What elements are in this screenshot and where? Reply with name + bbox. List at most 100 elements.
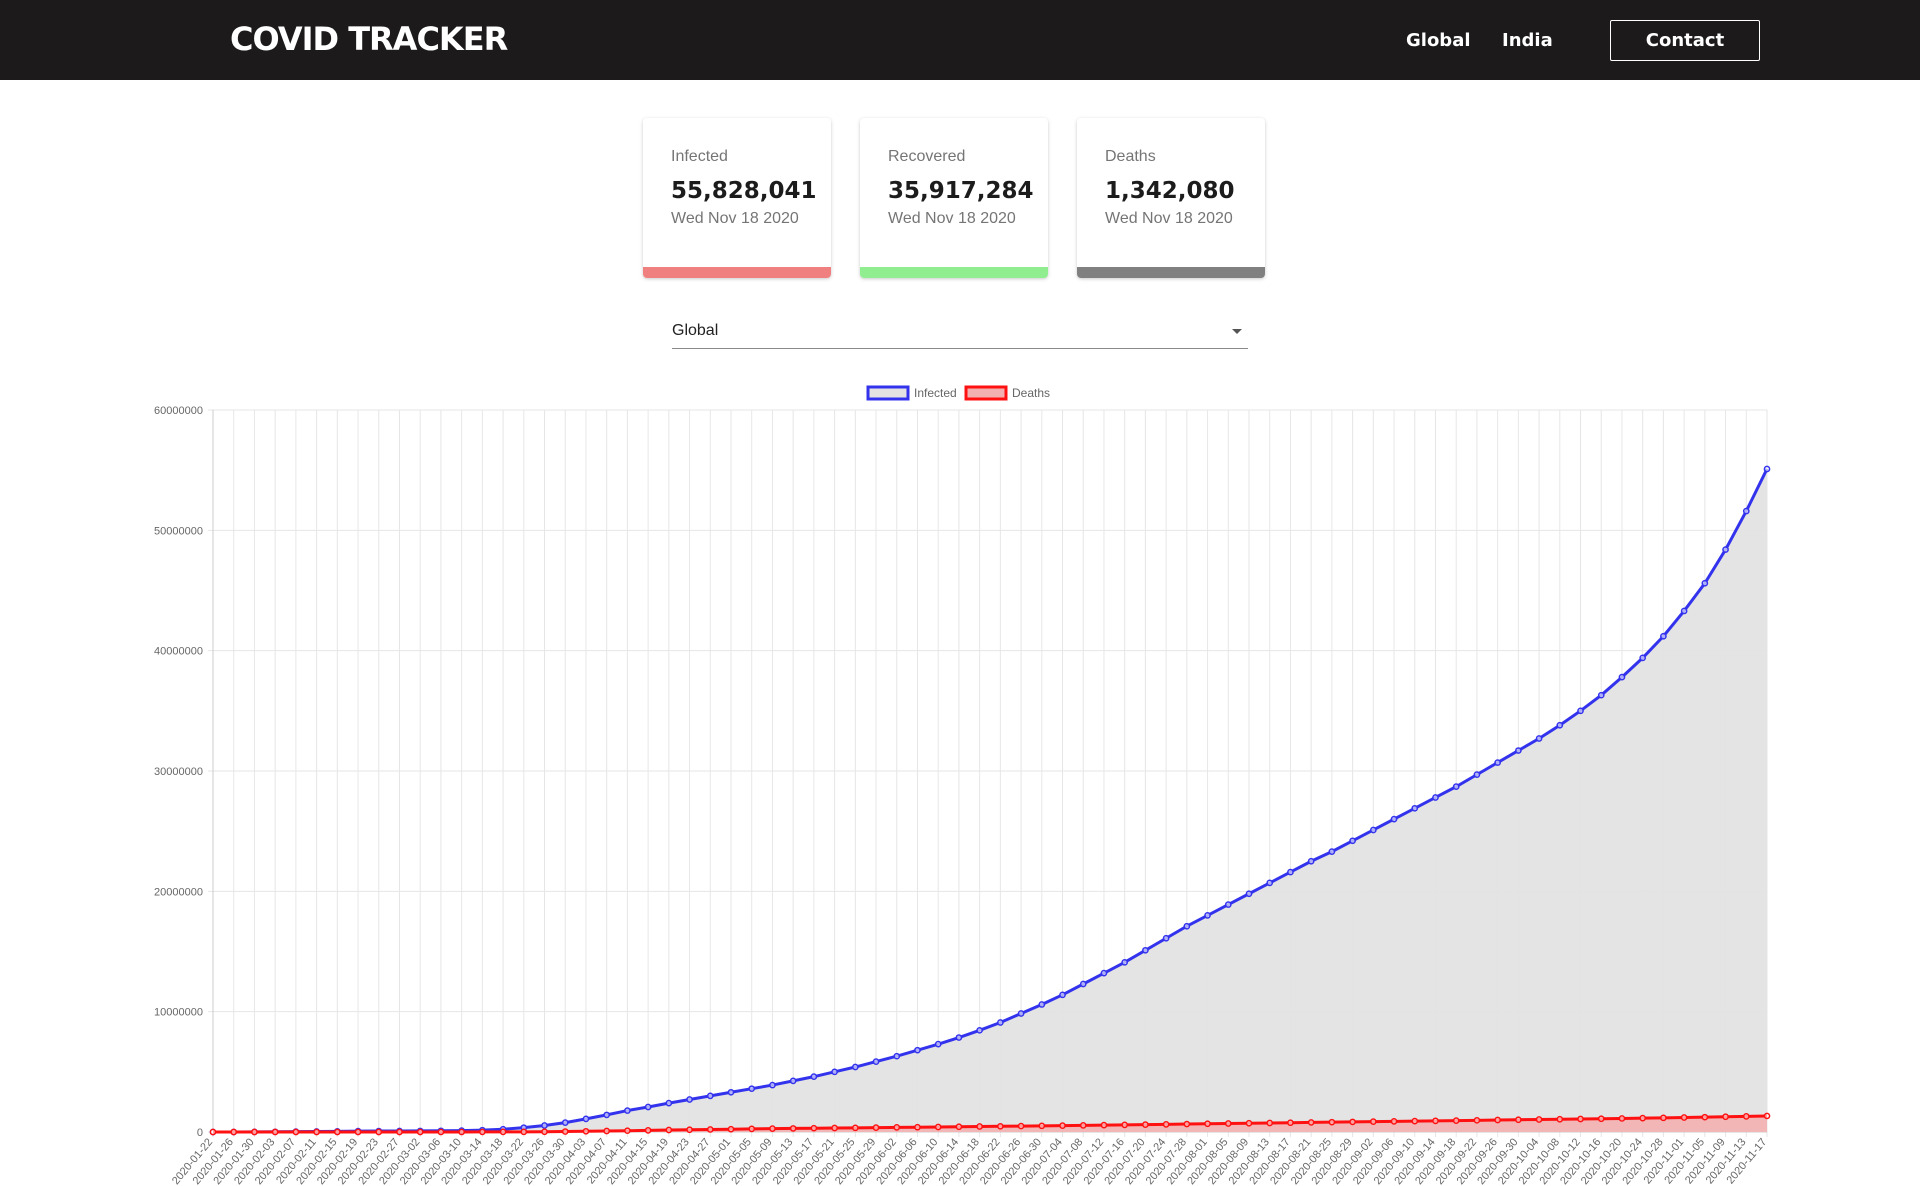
data-point-infected (851, 1063, 859, 1071)
data-point-deaths (1142, 1121, 1149, 1128)
data-point-deaths (893, 1124, 901, 1131)
data-point-infected (1432, 794, 1439, 801)
data-point-infected (1390, 815, 1398, 823)
data-point-infected (831, 1068, 838, 1076)
card-color-bar (1077, 267, 1265, 278)
nav-link-global[interactable]: Global (1406, 30, 1471, 51)
data-point-deaths (499, 1128, 507, 1136)
card-date: Wed Nov 18 2020 (888, 210, 1016, 227)
data-point-deaths (1287, 1119, 1294, 1127)
data-point-deaths (769, 1125, 776, 1132)
data-point-deaths (1079, 1122, 1087, 1129)
data-point-deaths (1494, 1116, 1501, 1124)
data-point-deaths (1535, 1116, 1543, 1123)
card-date: Wed Nov 18 2020 (671, 210, 799, 227)
card-color-bar (643, 267, 831, 278)
legend-label-infected: Infected (914, 386, 957, 400)
recovered-card: Recovered 35,917,284 Wed Nov 18 2020 (860, 118, 1048, 278)
data-point-infected (686, 1096, 693, 1103)
legend-swatch-deaths (964, 385, 1008, 401)
data-point-infected (748, 1085, 756, 1093)
data-point-infected (934, 1040, 942, 1048)
data-point-deaths (1411, 1117, 1419, 1125)
data-point-deaths (686, 1126, 693, 1134)
nav-link-india[interactable]: India (1502, 30, 1553, 51)
data-point-infected (872, 1058, 880, 1065)
data-point-deaths (1204, 1120, 1211, 1128)
country-select[interactable]: Global (672, 314, 1248, 349)
data-point-deaths (1597, 1115, 1605, 1123)
data-point-deaths (1183, 1120, 1191, 1128)
data-point-deaths (1017, 1122, 1025, 1130)
data-point-deaths (1432, 1117, 1439, 1125)
data-point-infected (1577, 707, 1584, 715)
data-point-infected (1017, 1010, 1025, 1017)
data-point-deaths (624, 1127, 631, 1135)
data-point-deaths (520, 1128, 528, 1136)
data-point-deaths (1307, 1119, 1315, 1126)
data-point-deaths (1742, 1113, 1750, 1120)
data-point-infected (1618, 673, 1626, 681)
card-title: Recovered (888, 148, 966, 165)
data-point-infected (1473, 771, 1481, 778)
data-point-deaths (1722, 1113, 1729, 1121)
data-point-infected (1183, 922, 1191, 930)
brand-title[interactable]: COVID TRACKER (230, 20, 508, 58)
data-point-infected (644, 1103, 652, 1111)
data-point-infected (789, 1077, 797, 1085)
data-point-infected (624, 1107, 631, 1114)
contact-button[interactable]: Contact (1610, 20, 1760, 61)
infected-card: Infected 55,828,041 Wed Nov 18 2020 (643, 118, 831, 278)
data-point-infected (1266, 879, 1274, 887)
data-point-deaths (292, 1128, 300, 1136)
data-point-infected (1660, 632, 1667, 640)
data-point-deaths (1660, 1114, 1667, 1122)
data-point-deaths (748, 1125, 756, 1133)
country-select-value: Global (672, 322, 719, 339)
data-point-deaths (1701, 1113, 1709, 1121)
data-point-deaths (1059, 1122, 1066, 1129)
legend-swatch-infected (866, 385, 910, 401)
data-point-infected (706, 1092, 714, 1100)
data-point-infected (914, 1046, 921, 1054)
data-point-deaths (1639, 1114, 1647, 1122)
data-point-infected (976, 1026, 983, 1034)
data-point-deaths (851, 1124, 859, 1132)
data-point-infected (1639, 654, 1647, 662)
series-area-infected (213, 468, 1767, 1133)
data-point-deaths (561, 1128, 569, 1135)
data-point-infected (1307, 857, 1315, 865)
data-point-infected (893, 1052, 901, 1060)
data-point-deaths (416, 1128, 424, 1136)
data-point-deaths (665, 1126, 673, 1134)
data-point-deaths (1349, 1118, 1356, 1126)
data-point-deaths (789, 1125, 797, 1132)
dropdown-arrow-icon (1232, 329, 1242, 334)
data-point-deaths (354, 1128, 362, 1136)
card-date: Wed Nov 18 2020 (1105, 210, 1233, 227)
y-tick-label: 50000000 (154, 525, 203, 537)
data-point-deaths (1680, 1114, 1688, 1121)
data-point-infected (1142, 946, 1149, 954)
data-point-infected (1224, 901, 1232, 908)
data-point-deaths (706, 1126, 714, 1133)
y-tick-label: 30000000 (154, 766, 203, 778)
data-point-infected (1287, 868, 1294, 876)
data-point-deaths (230, 1128, 238, 1136)
data-point-infected (1515, 747, 1522, 754)
data-point-infected (1079, 980, 1087, 988)
data-point-deaths (1100, 1121, 1108, 1129)
data-point-infected (769, 1081, 776, 1089)
data-point-deaths (437, 1128, 445, 1136)
data-point-deaths (1369, 1118, 1377, 1126)
data-point-infected (561, 1119, 569, 1126)
data-point-infected (1204, 912, 1211, 919)
data-point-deaths (1266, 1119, 1274, 1127)
legend-label-deaths: Deaths (1012, 386, 1050, 400)
data-point-deaths (1763, 1112, 1771, 1120)
data-point-infected (1742, 507, 1750, 515)
y-tick-label: 60000000 (154, 405, 203, 417)
data-point-deaths (209, 1128, 217, 1136)
y-tick-label: 10000000 (154, 1007, 203, 1019)
data-point-deaths (603, 1127, 611, 1135)
